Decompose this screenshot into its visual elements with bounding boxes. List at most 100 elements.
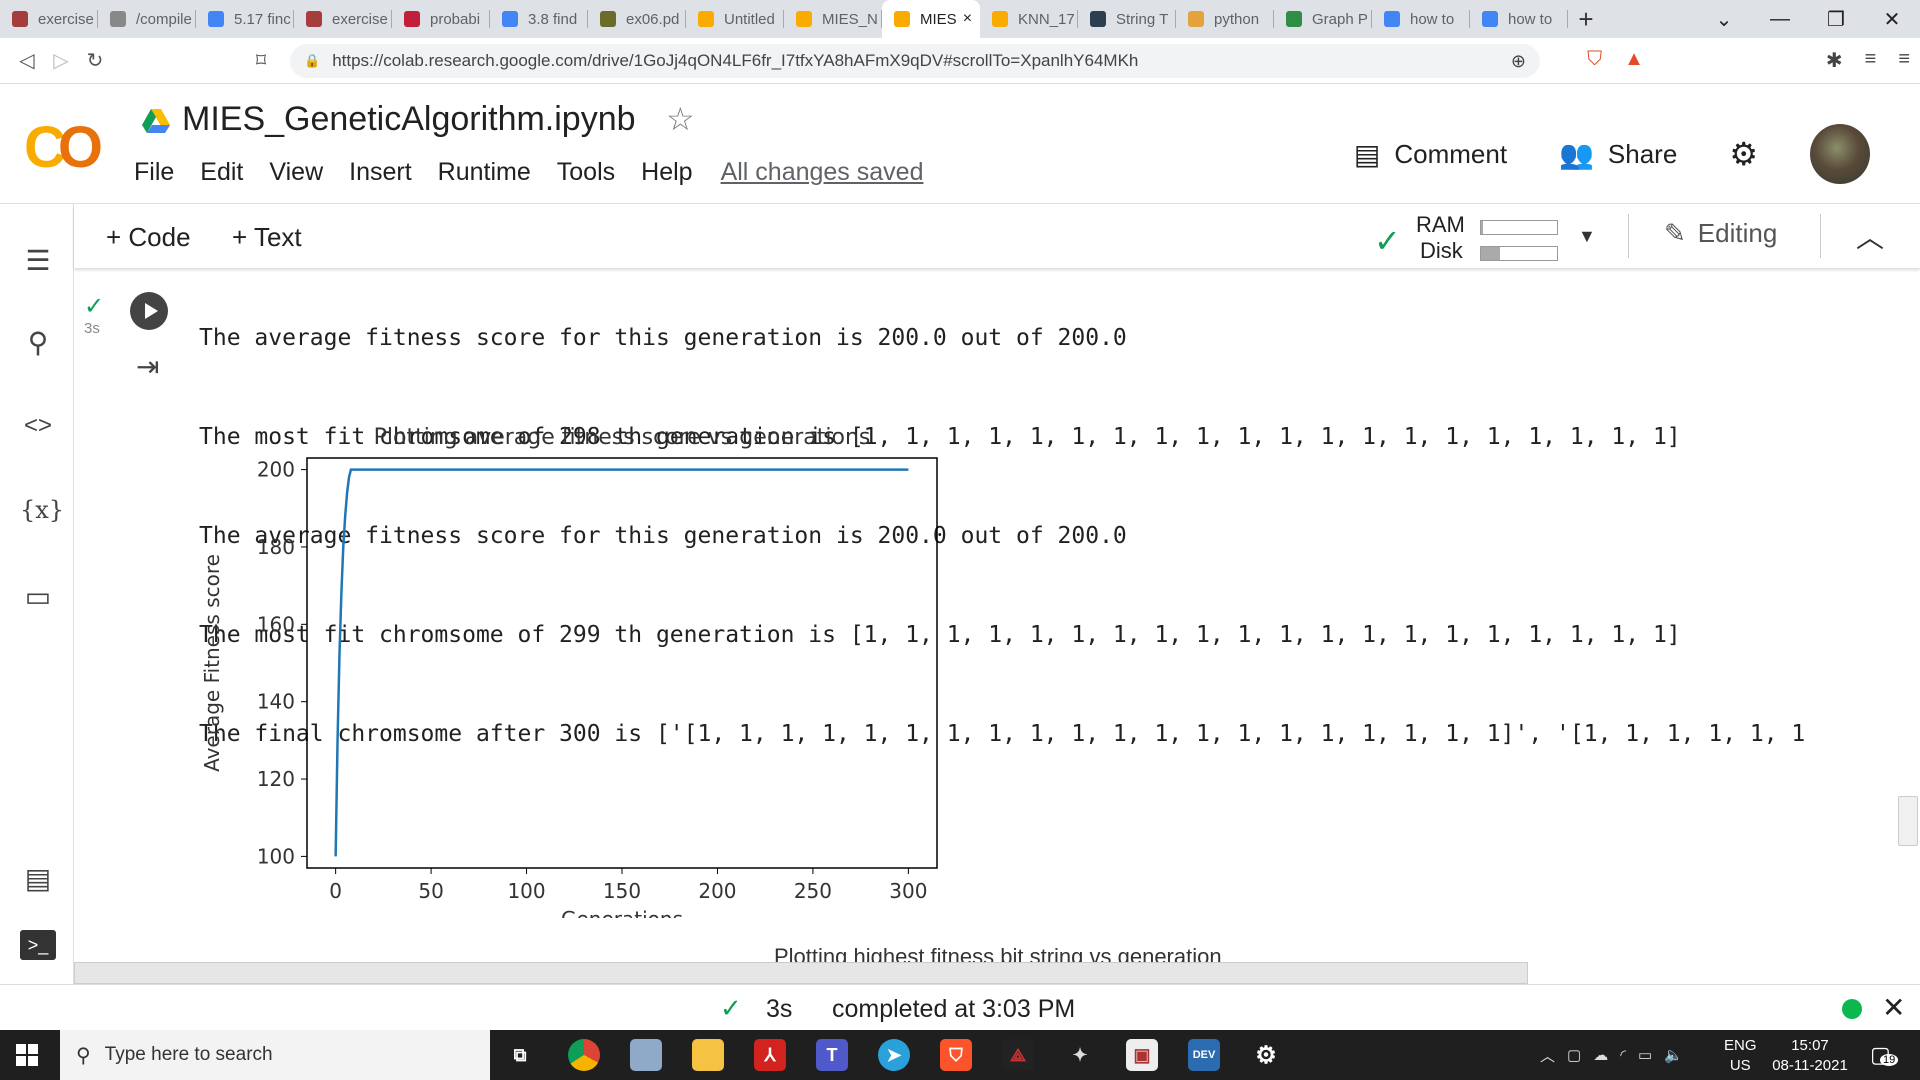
colab-logo[interactable]: CO — [24, 114, 103, 181]
meet-now-icon[interactable]: ▢ — [1567, 1046, 1581, 1064]
disk-meter — [1480, 246, 1558, 261]
share-button[interactable]: 👥 Share — [1559, 138, 1677, 171]
notifications-icon[interactable]: ▢ 19 — [1870, 1042, 1899, 1068]
browser-tab[interactable]: how to — [1372, 0, 1470, 38]
taskbar-search-box[interactable]: ⚲ Type here to search — [60, 1030, 490, 1080]
wifi-icon[interactable]: ◜ — [1620, 1046, 1626, 1064]
chevron-up-icon[interactable]: ︿ — [1856, 216, 1884, 256]
taskbar-clock[interactable]: 15:07 08-11-2021 — [1768, 1036, 1852, 1076]
browser-tab[interactable]: String T — [1078, 0, 1176, 38]
bookmark-icon[interactable]: ⌑ — [244, 48, 278, 73]
settings-button[interactable]: ⚙ — [1729, 135, 1772, 173]
windows-taskbar: ⚲ Type here to search ⧉ ⅄ T ➤ ⛉ ⟁ ✦ ▣ DE… — [0, 1030, 1920, 1080]
brave-shield-icon[interactable]: ⛉ — [1587, 48, 1602, 73]
notebook-title[interactable]: MIES_GeneticAlgorithm.ipynb — [182, 100, 636, 139]
add-text-button[interactable]: + Text — [232, 222, 302, 253]
menu-tools[interactable]: Tools — [557, 158, 615, 187]
url-field[interactable]: 🔒 https://colab.research.google.com/driv… — [290, 44, 1540, 78]
resources-indicator[interactable]: ✓ RAM Disk ▼ — [1374, 212, 1674, 263]
teams-icon[interactable]: T — [816, 1039, 848, 1071]
new-tab-button[interactable]: + — [1568, 0, 1604, 38]
command-palette-icon[interactable]: ▤ — [20, 862, 56, 895]
file-explorer-icon[interactable] — [692, 1039, 724, 1071]
tab-favicon-icon — [1286, 11, 1302, 27]
menu-runtime[interactable]: Runtime — [438, 158, 531, 187]
close-window-icon[interactable]: ✕ — [1864, 7, 1920, 32]
chevron-down-icon[interactable]: ▼ — [1578, 226, 1596, 247]
back-icon[interactable]: ◁ — [10, 48, 44, 73]
horizontal-scrollbar[interactable] — [74, 962, 1528, 984]
task-view-icon[interactable]: ⧉ — [504, 1039, 536, 1071]
browser-tab[interactable]: exercise — [294, 0, 392, 38]
variables-icon[interactable]: {x} — [20, 496, 64, 524]
game-app-icon[interactable]: ⟁ — [1002, 1039, 1034, 1071]
settings-app-icon[interactable]: ⚙ — [1250, 1039, 1282, 1071]
onedrive-icon[interactable]: ☁ — [1593, 1046, 1608, 1064]
run-cell-button[interactable] — [130, 292, 168, 330]
media-icon[interactable]: ≡ — [1865, 48, 1877, 73]
menu-file[interactable]: File — [134, 158, 174, 187]
browser-tab[interactable]: Untitled — [686, 0, 784, 38]
browser-tab[interactable]: python — [1176, 0, 1274, 38]
browser-tab[interactable]: MIES × — [882, 0, 980, 38]
volume-icon[interactable]: 🔈 — [1664, 1046, 1683, 1064]
snipping-icon[interactable]: ▣ — [1126, 1039, 1158, 1071]
browser-tab[interactable]: 5.17 finc — [196, 0, 294, 38]
telegram-icon[interactable]: ➤ — [878, 1039, 910, 1071]
code-snippets-icon[interactable]: <> — [20, 412, 56, 440]
avatar[interactable] — [1810, 124, 1870, 184]
google-drive-icon[interactable] — [142, 109, 170, 133]
add-code-button[interactable]: + Code — [106, 222, 191, 253]
tab-favicon-icon — [502, 11, 518, 27]
files-icon[interactable]: ▭ — [20, 580, 56, 613]
dev-icon[interactable]: DEV — [1188, 1039, 1220, 1071]
menu-help[interactable]: Help — [641, 158, 692, 187]
menu-view[interactable]: View — [269, 158, 323, 187]
restore-icon[interactable]: ❐ — [1808, 7, 1864, 32]
windows-start-icon[interactable] — [16, 1044, 38, 1066]
minimize-icon[interactable]: — — [1752, 8, 1808, 31]
tab-search-icon[interactable]: ⌄ — [1696, 7, 1752, 32]
browser-tab[interactable]: /compile — [98, 0, 196, 38]
acrobat-icon[interactable]: ⅄ — [754, 1039, 786, 1071]
editing-mode-button[interactable]: ✎ Editing — [1664, 218, 1777, 249]
browser-tab[interactable]: ex06.pd — [588, 0, 686, 38]
browser-menu-icon[interactable]: ≡ — [1898, 48, 1910, 73]
table-of-contents-icon[interactable]: ☰ — [20, 244, 56, 277]
extensions-icon[interactable]: ✱ — [1826, 48, 1843, 73]
browser-tab[interactable]: 3.8 find — [490, 0, 588, 38]
network-app-icon[interactable]: ✦ — [1064, 1039, 1096, 1071]
battery-icon[interactable]: ▭ — [1638, 1046, 1652, 1064]
forward-icon[interactable]: ▷ — [44, 48, 78, 73]
browser-tab[interactable]: how to — [1470, 0, 1568, 38]
gear-icon: ⚙ — [1729, 136, 1758, 172]
save-status-link[interactable]: All changes saved — [721, 158, 924, 187]
chrome-icon[interactable] — [568, 1039, 600, 1071]
search-icon[interactable]: ⚲ — [20, 326, 56, 359]
clock-time: 15:07 — [1791, 1037, 1829, 1054]
browser-tab[interactable]: MIES_N — [784, 0, 882, 38]
input-language[interactable]: ENG US — [1724, 1036, 1757, 1076]
comment-button[interactable]: ▤ Comment — [1354, 138, 1507, 171]
output-actions-icon[interactable]: ⇥ — [136, 350, 159, 383]
disk-label: Disk — [1420, 238, 1463, 263]
reload-icon[interactable]: ↻ — [78, 48, 112, 73]
browser-tab[interactable]: probabi — [392, 0, 490, 38]
left-sidebar: ☰ ⚲ <> {x} ▭ ▤ >_ — [0, 204, 74, 984]
menu-edit[interactable]: Edit — [200, 158, 243, 187]
close-status-icon[interactable]: ✕ — [1882, 991, 1905, 1024]
menu-insert[interactable]: Insert — [349, 158, 412, 187]
browser-tab[interactable]: Graph P — [1274, 0, 1372, 38]
browser-tab[interactable]: KNN_17 — [980, 0, 1078, 38]
photos-icon[interactable] — [630, 1039, 662, 1071]
brave-rewards-icon[interactable]: ▲ — [1624, 48, 1644, 73]
tray-chevron-icon[interactable]: ︿ — [1540, 1045, 1555, 1066]
execution-time: 3s — [84, 320, 100, 337]
zoom-icon[interactable]: ⊕ — [1511, 51, 1526, 72]
tab-close-icon[interactable]: × — [963, 10, 972, 28]
terminal-icon[interactable]: >_ — [20, 930, 56, 960]
browser-tab[interactable]: exercise — [0, 0, 98, 38]
brave-icon[interactable]: ⛉ — [940, 1039, 972, 1071]
star-icon[interactable]: ☆ — [666, 100, 695, 138]
vertical-scrollbar-thumb[interactable] — [1898, 796, 1918, 846]
